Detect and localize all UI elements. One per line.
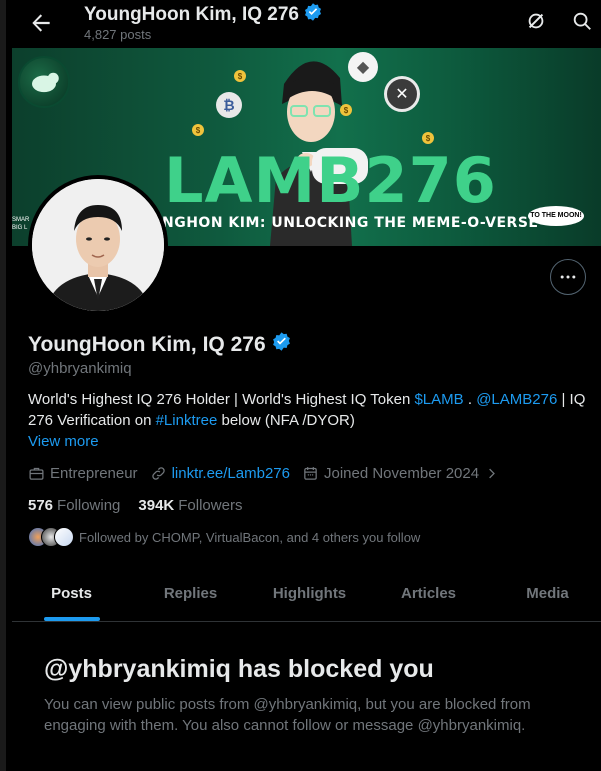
banner-side-line: SMAR — [12, 217, 30, 223]
avatar-photo — [32, 179, 164, 311]
dollar-coin-image: $ — [192, 124, 204, 136]
website-link[interactable]: linktr.ee/Lamb276 — [172, 465, 290, 482]
blocked-description: You can view public posts from @yhbryank… — [44, 696, 531, 734]
profile-handle: @yhbryankimiq — [28, 360, 132, 377]
follow-counts: 576 Following 394K Followers — [28, 497, 242, 514]
profile-name: YoungHoon Kim, IQ 276 — [28, 331, 292, 358]
follower-avatars — [28, 527, 74, 547]
following-count: 576 — [28, 497, 54, 514]
profile-tabs: Posts Replies Highlights Articles Media — [12, 566, 601, 622]
profile-avatar[interactable] — [28, 175, 168, 315]
website-item: linktr.ee/Lamb276 — [150, 465, 290, 482]
header-title-text: YoungHoon Kim, IQ 276 — [84, 4, 299, 25]
profile-bio: World's Highest IQ 276 Holder | World's … — [28, 389, 593, 431]
joined-text: Joined November 2024 — [323, 464, 480, 482]
following-label: Following — [57, 497, 121, 514]
blocked-title: @yhbryankimiq has blocked you — [44, 655, 434, 683]
followers-count: 394K — [138, 497, 175, 514]
banner-title: LAMB276 — [164, 144, 497, 217]
bio-mention-link[interactable]: @LAMB276 — [476, 391, 557, 408]
top-bar: YoungHoon Kim, IQ 276 4,827 posts — [12, 0, 601, 48]
xrp-coin-image: ✕ — [384, 76, 420, 112]
ellipsis-icon — [560, 275, 576, 279]
calendar-icon — [304, 466, 317, 480]
following-link[interactable]: 576 Following — [28, 497, 120, 514]
bio-text: World's Highest IQ 276 Holder | World's … — [28, 391, 415, 408]
more-options-button[interactable] — [550, 259, 586, 295]
bio-text: . — [463, 391, 477, 408]
verified-badge-icon — [303, 2, 323, 28]
tab-replies[interactable]: Replies — [131, 566, 250, 621]
link-icon — [151, 466, 165, 480]
banner-side-text: SMAR BIG L — [12, 216, 29, 232]
view-more-link[interactable]: View more — [28, 433, 99, 450]
tab-highlights[interactable]: Highlights — [250, 566, 369, 621]
verified-badge-icon[interactable] — [271, 331, 292, 358]
grok-icon[interactable] — [525, 10, 547, 37]
tab-articles[interactable]: Articles — [369, 566, 488, 621]
profession-text: Entrepreneur — [50, 464, 138, 482]
header-title: YoungHoon Kim, IQ 276 — [84, 2, 323, 28]
profile-name-text: YoungHoon Kim, IQ 276 — [28, 332, 266, 356]
tab-media[interactable]: Media — [488, 566, 601, 621]
back-arrow-icon[interactable] — [28, 10, 54, 36]
top-actions — [525, 10, 593, 37]
bio-text: below (NFA /DYOR) — [217, 412, 355, 429]
tab-label: Posts — [51, 585, 92, 602]
dollar-coin-image: $ — [422, 132, 434, 144]
followers-label: Followers — [178, 497, 243, 514]
tab-label: Replies — [163, 585, 218, 602]
bitcoin-coin-image: ₿ — [216, 92, 242, 118]
tab-label: Highlights — [272, 585, 347, 602]
profession-item: Entrepreneur — [28, 465, 138, 482]
tab-label: Articles — [400, 585, 457, 602]
banner-speech-bubble: TO THE MOON! — [528, 206, 584, 226]
joined-item[interactable]: Joined November 2024 — [302, 465, 499, 482]
tab-posts[interactable]: Posts — [12, 566, 131, 621]
banner-side-line: BIG L — [12, 225, 28, 231]
bio-cashtag-link[interactable]: $LAMB — [414, 391, 463, 408]
followers-link[interactable]: 394K Followers — [138, 497, 242, 514]
avatar — [54, 527, 74, 547]
followed-by[interactable]: Followed by CHOMP, VirtualBacon, and 4 o… — [28, 527, 420, 547]
active-tab-indicator — [43, 617, 100, 621]
bio-hashtag-link[interactable]: #Linktree — [156, 412, 218, 429]
chevron-right-icon — [489, 468, 495, 478]
tab-label: Media — [526, 585, 569, 602]
banner-logo-image — [18, 56, 70, 108]
followed-by-text: Followed by CHOMP, VirtualBacon, and 4 o… — [79, 529, 421, 545]
briefcase-icon — [29, 467, 44, 480]
search-icon[interactable] — [571, 10, 593, 37]
post-count: 4,827 posts — [84, 27, 152, 42]
dollar-coin-image: $ — [234, 70, 246, 82]
banner-subtitle: NGHON KIM: UNLOCKING THE MEME-O-VERSE — [162, 215, 539, 231]
profile-meta: Entrepreneur linktr.ee/Lamb276 Joined No… — [28, 463, 511, 483]
profile-page: YoungHoon Kim, IQ 276 4,827 posts ₿ ◆ ✕ … — [0, 0, 601, 771]
